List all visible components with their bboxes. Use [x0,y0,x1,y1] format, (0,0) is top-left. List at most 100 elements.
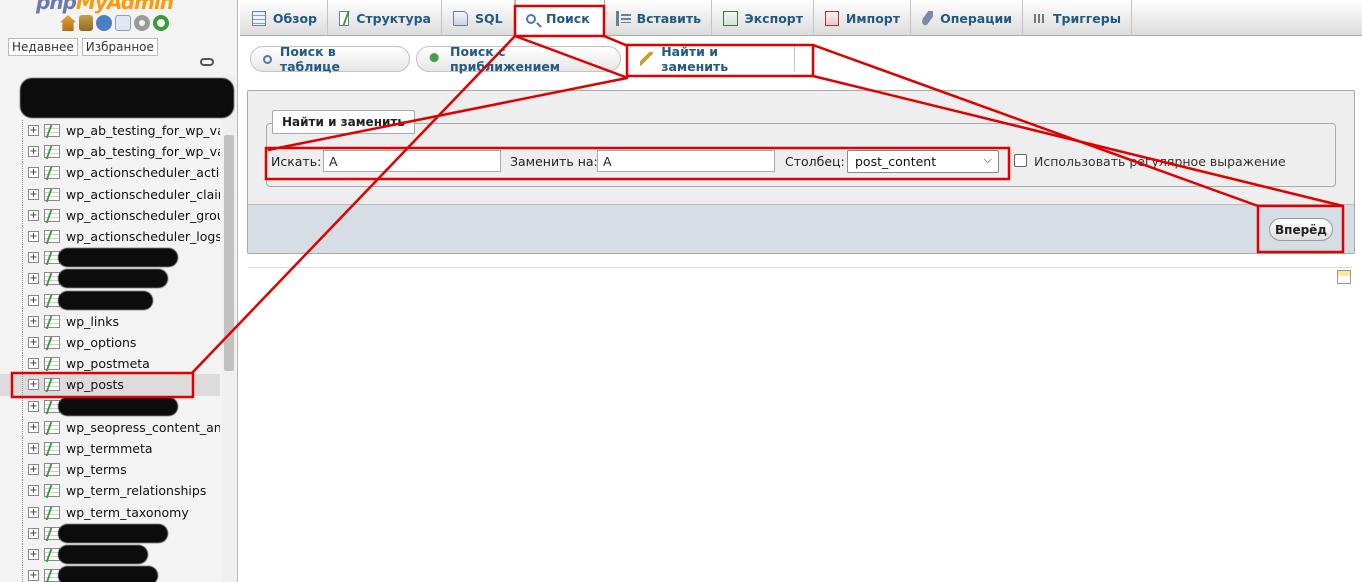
table-icon[interactable] [44,484,60,498]
redacted-table-item[interactable]: + [0,247,220,269]
table-item[interactable]: + wp_links [0,310,220,332]
redacted-table-item[interactable]: + [0,544,220,565]
tree-line [22,480,23,502]
table-icon[interactable] [44,124,60,137]
expand-icon[interactable]: + [28,549,39,560]
expand-icon[interactable]: + [28,231,39,242]
expand-icon[interactable]: + [28,125,39,136]
table-item[interactable]: + wp_posts [0,374,220,396]
column-select[interactable]: post_content ⌵ [847,150,999,173]
expand-icon[interactable]: + [28,421,39,433]
browse-icon [252,10,266,26]
table-icon[interactable] [44,420,60,434]
database-icon[interactable] [79,15,93,31]
table-item[interactable]: + wp_terms [0,459,220,481]
favorites-button[interactable]: Избранное [81,38,158,56]
expand-icon[interactable]: + [28,379,39,391]
phpmyadmin-logo[interactable]: phpMyAdmin [36,0,174,14]
table-item-label: wp_actionscheduler_logs [66,229,220,244]
table-icon[interactable] [44,230,60,243]
table-icon[interactable] [44,442,60,455]
table-item[interactable]: + wp_ab_testing_for_wp_vari [0,141,220,163]
table-item[interactable]: + wp_options [0,332,220,353]
home-icon[interactable] [60,15,76,31]
tab-browse[interactable]: Обзор [242,0,328,36]
expand-icon[interactable]: + [28,252,39,264]
expand-icon[interactable]: + [28,273,39,285]
tab-insert[interactable]: Вставить [606,0,712,36]
redacted-block [58,269,168,289]
expand-icon[interactable]: + [28,146,39,158]
table-item[interactable]: + wp_term_taxonomy [0,501,220,523]
table-icon[interactable] [44,145,60,159]
table-icon[interactable] [44,357,60,371]
sql-icon [453,10,468,26]
redacted-table-item[interactable]: + [0,289,220,311]
table-icon[interactable] [44,187,60,201]
redacted-table-item[interactable]: + [0,395,220,417]
expand-icon[interactable]: + [28,443,39,454]
tab-search[interactable]: Поиск [515,0,605,37]
redacted-table-item[interactable]: + [0,522,220,544]
table-item-label: wp_terms [66,462,127,478]
table-icon[interactable] [44,505,60,519]
table-item[interactable]: + wp_actionscheduler_logs [0,226,220,247]
expand-icon[interactable]: + [28,464,39,476]
expand-icon[interactable]: + [28,167,39,179]
table-icon[interactable] [44,208,60,222]
table-item[interactable]: + wp_ab_testing_for_wp_vari [0,120,220,141]
subtab-zoom-search[interactable]: Поиск с приближением [416,44,621,74]
table-item[interactable]: + wp_actionscheduler_claim [0,183,220,205]
table-icon[interactable] [44,314,60,328]
settings-icon[interactable] [134,15,150,31]
nav-scrollbar-thumb[interactable] [224,135,234,371]
expand-icon[interactable]: + [28,485,39,497]
recent-button[interactable]: Недавнее [8,38,78,56]
tab-structure[interactable]: Структура [329,0,442,36]
tab-sql[interactable]: SQL [443,0,515,36]
documentation-icon[interactable] [115,15,131,31]
expand-icon[interactable]: + [28,570,39,582]
tab-triggers[interactable]: Триггеры [1024,0,1132,36]
table-item[interactable]: + wp_term_relationships [0,480,220,502]
redacted-table-item[interactable]: + [0,268,220,290]
table-icon[interactable] [44,336,60,349]
table-icon[interactable] [44,166,60,180]
expand-icon[interactable]: + [28,315,39,327]
export-icon [723,10,738,26]
tree-line [22,459,23,481]
find-input[interactable] [323,150,501,172]
tree-line [22,289,23,311]
tab-import[interactable]: Импорт [815,0,911,36]
table-item[interactable]: + wp_termmeta [0,438,220,459]
regex-checkbox[interactable] [1014,154,1027,167]
table-icon[interactable] [44,463,60,477]
subtab-table-search[interactable]: Поиск в таблице [250,44,410,74]
tab-operations[interactable]: Операции [912,0,1023,36]
reload-icon[interactable] [153,15,169,31]
tab-export[interactable]: Экспорт [713,0,814,36]
go-button[interactable]: Вперёд [1269,218,1333,241]
expand-icon[interactable]: + [28,358,39,370]
table-item-label: wp_actionscheduler_group [66,207,220,223]
expand-icon[interactable]: + [28,527,39,539]
link-icon[interactable] [200,58,214,66]
structure-icon [339,10,350,26]
table-item[interactable]: + wp_actionscheduler_action [0,162,220,184]
help-icon[interactable] [96,15,112,31]
console-icon[interactable] [1337,270,1351,284]
table-item[interactable]: + wp_postmeta [0,353,220,375]
redacted-table-item[interactable]: + [0,565,220,582]
expand-icon[interactable]: + [28,188,39,200]
expand-icon[interactable]: + [28,337,39,348]
expand-icon[interactable]: + [28,400,39,412]
expand-icon[interactable]: + [28,294,39,306]
table-item[interactable]: + wp_actionscheduler_group [0,204,220,226]
table-icon[interactable] [44,378,60,392]
replace-input[interactable] [597,150,775,172]
subtab-find-replace[interactable]: Найти и заменить [627,44,795,74]
operations-icon [922,10,934,26]
expand-icon[interactable]: + [28,506,39,518]
expand-icon[interactable]: + [28,209,39,221]
table-item[interactable]: + wp_seopress_content_anal [0,416,220,438]
